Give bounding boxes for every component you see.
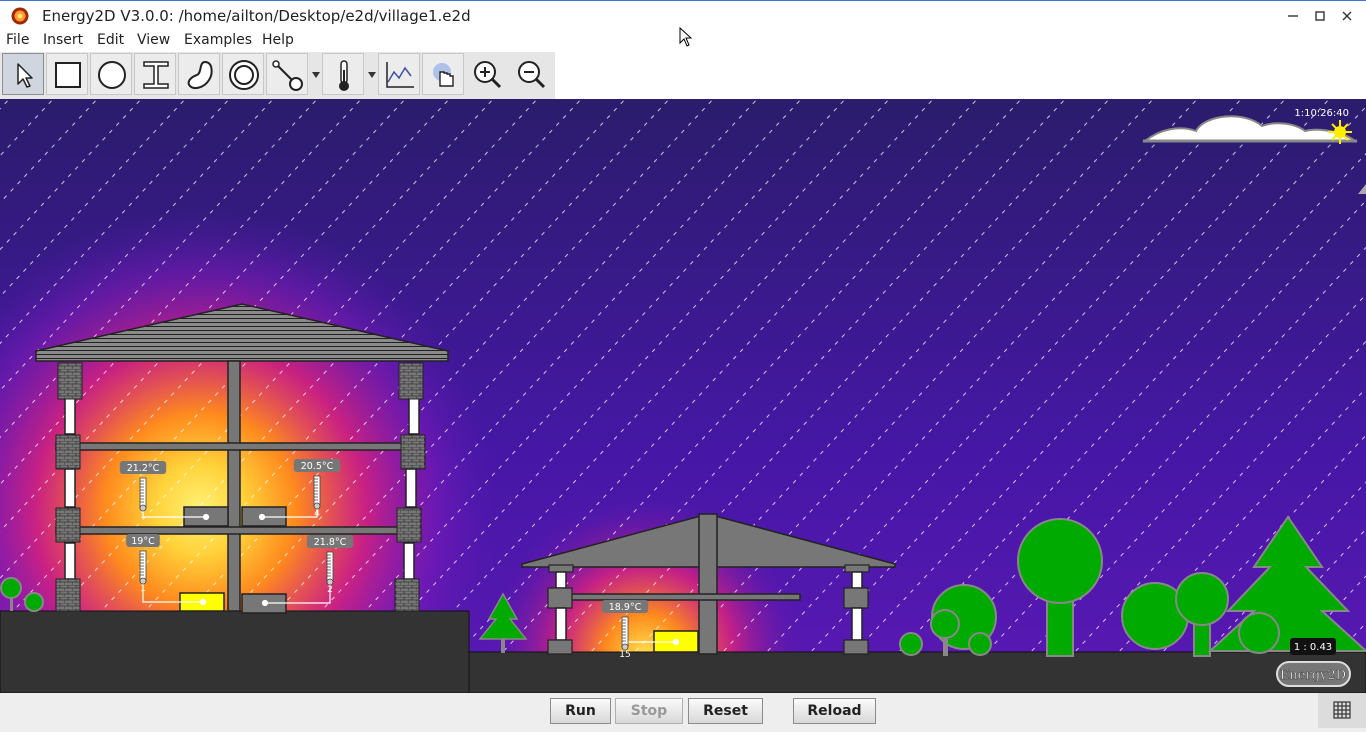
menu-view[interactable]: View	[137, 32, 170, 48]
thermometer-id: 15	[619, 650, 630, 660]
grid-icon	[1333, 701, 1351, 719]
brick-wall[interactable]	[55, 507, 81, 543]
select-tool-button[interactable]	[2, 53, 44, 95]
thermometer-id: 4	[314, 509, 320, 519]
menu-help[interactable]: Help	[262, 32, 294, 48]
simulation-clock: 1:10:26:40	[1294, 108, 1349, 119]
thermometer-reading: 18.9°C	[609, 602, 642, 613]
thermometer-reading: 21.2°C	[127, 463, 160, 474]
blob-icon	[187, 60, 213, 89]
i-beam-icon	[143, 61, 169, 89]
brick-wall[interactable]	[400, 434, 426, 470]
zoom-in-icon	[474, 61, 502, 89]
minimize-icon[interactable]	[1281, 5, 1305, 27]
svg-text:Energy2D: Energy2D	[1280, 668, 1346, 683]
annulus-tool-button[interactable]	[222, 53, 264, 95]
simulation-canvas[interactable]: 1:10:26:40 21.2°C120.5°C419°C121.8°C218.…	[0, 99, 1366, 693]
menu-examples[interactable]: Examples	[184, 32, 252, 48]
line-graph-icon	[386, 62, 414, 88]
title-bar: Energy2D V3.0.0: /home/ailton/Desktop/e2…	[0, 0, 1366, 30]
mouse-cursor-icon	[679, 27, 693, 47]
rectangle-icon	[55, 62, 81, 88]
house-1-upper-floor[interactable]	[55, 442, 407, 451]
thermometer-tool-button[interactable]	[322, 53, 364, 95]
thermometer-reading: 21.8°C	[314, 537, 347, 548]
arrow-pointer-icon	[17, 63, 33, 88]
thermometer-id: 2	[327, 585, 333, 595]
view-scale-badge: 1 : 0.43	[1290, 638, 1336, 655]
run-button[interactable]: Run	[550, 698, 611, 724]
brick-wall[interactable]	[57, 362, 83, 400]
stop-button[interactable]: Stop	[615, 698, 683, 724]
menu-file[interactable]: File	[6, 32, 29, 48]
brick-wall[interactable]	[55, 578, 81, 612]
ellipse-tool-button[interactable]	[90, 53, 132, 95]
brick-wall[interactable]	[55, 434, 81, 470]
svg-text:1 : 0.43: 1 : 0.43	[1294, 642, 1332, 653]
house-2-center-pole[interactable]	[698, 513, 718, 655]
close-icon[interactable]	[1335, 5, 1359, 27]
energy2d-app-icon	[11, 7, 29, 25]
annulus-icon	[229, 60, 259, 90]
house-2-floor[interactable]	[559, 593, 801, 601]
energy2d-logo: Energy2D	[1276, 661, 1351, 687]
brick-wall[interactable]	[396, 507, 422, 543]
thermometer-id: 1	[140, 584, 146, 594]
thermometer-id: 1	[140, 511, 146, 521]
chevron-down-icon[interactable]	[312, 71, 320, 79]
reset-button[interactable]: Reset	[688, 698, 763, 724]
reload-button[interactable]: Reload	[793, 698, 876, 724]
zoom-out-icon	[518, 61, 546, 89]
fan-particle-tool-button[interactable]	[266, 53, 308, 95]
menu-edit[interactable]: Edit	[97, 32, 124, 48]
grid-toggle-button[interactable]	[1318, 693, 1366, 728]
zoom-in-button[interactable]	[466, 53, 508, 95]
brick-wall[interactable]	[398, 362, 424, 400]
chevron-down-icon[interactable]	[368, 71, 376, 79]
graph-button[interactable]	[378, 53, 420, 95]
blob-tool-button[interactable]	[178, 53, 220, 95]
menu-insert[interactable]: Insert	[43, 32, 83, 48]
thermometer-icon	[339, 60, 349, 91]
house-1-center-pole[interactable]	[227, 360, 241, 612]
house-1-lower-floor[interactable]	[55, 526, 407, 535]
heat-hand-icon	[433, 63, 454, 87]
ibeam-tool-button[interactable]	[134, 53, 176, 95]
heating-button[interactable]	[422, 53, 464, 95]
rectangle-tool-button[interactable]	[46, 53, 88, 95]
window-title: Energy2D V3.0.0: /home/ailton/Desktop/e2…	[42, 7, 471, 25]
zoom-out-button[interactable]	[510, 53, 552, 95]
brick-wall[interactable]	[394, 578, 420, 612]
circle-icon	[98, 61, 126, 89]
thermometer-reading: 20.5°C	[301, 461, 334, 472]
particle-feeder-icon	[272, 60, 303, 91]
thermometer-reading: 19°C	[131, 536, 155, 547]
menu-bar: File Insert Edit View Examples Help	[0, 27, 1366, 52]
control-bar: Run Stop Reset Reload	[0, 693, 1366, 728]
maximize-icon[interactable]	[1308, 5, 1332, 27]
toolbar	[0, 52, 1366, 99]
